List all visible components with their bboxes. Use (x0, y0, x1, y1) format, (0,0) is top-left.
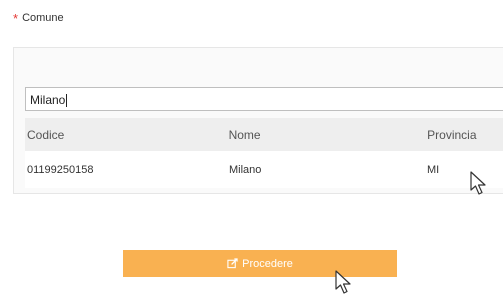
column-header-nome: Nome (228, 127, 261, 142)
cell-nome: Milano (229, 163, 262, 176)
proceed-button[interactable]: Procedere (123, 250, 397, 277)
column-header-provincia: Provincia (427, 127, 477, 142)
mouse-cursor-icon (335, 270, 351, 294)
column-header-codice: Codice (27, 127, 65, 142)
proceed-button-label: Procedere (242, 257, 293, 270)
comune-field-label: * Comune (13, 10, 64, 26)
text-caret (66, 94, 68, 108)
table-row[interactable]: 01199250158 Milano MI (25, 151, 503, 188)
mouse-cursor-icon (470, 171, 486, 195)
search-input[interactable]: Milano (25, 87, 503, 111)
cell-codice: 01199250158 (27, 163, 94, 176)
search-input-value: Milano (30, 93, 66, 107)
field-label-text: Comune (22, 12, 64, 24)
cell-provincia: MI (427, 163, 440, 176)
results-table: Codice Nome Provincia 01199250158 Milano… (25, 118, 503, 188)
edit-icon (227, 258, 238, 269)
table-header: Codice Nome Provincia (25, 118, 503, 151)
required-marker: * (13, 10, 19, 26)
